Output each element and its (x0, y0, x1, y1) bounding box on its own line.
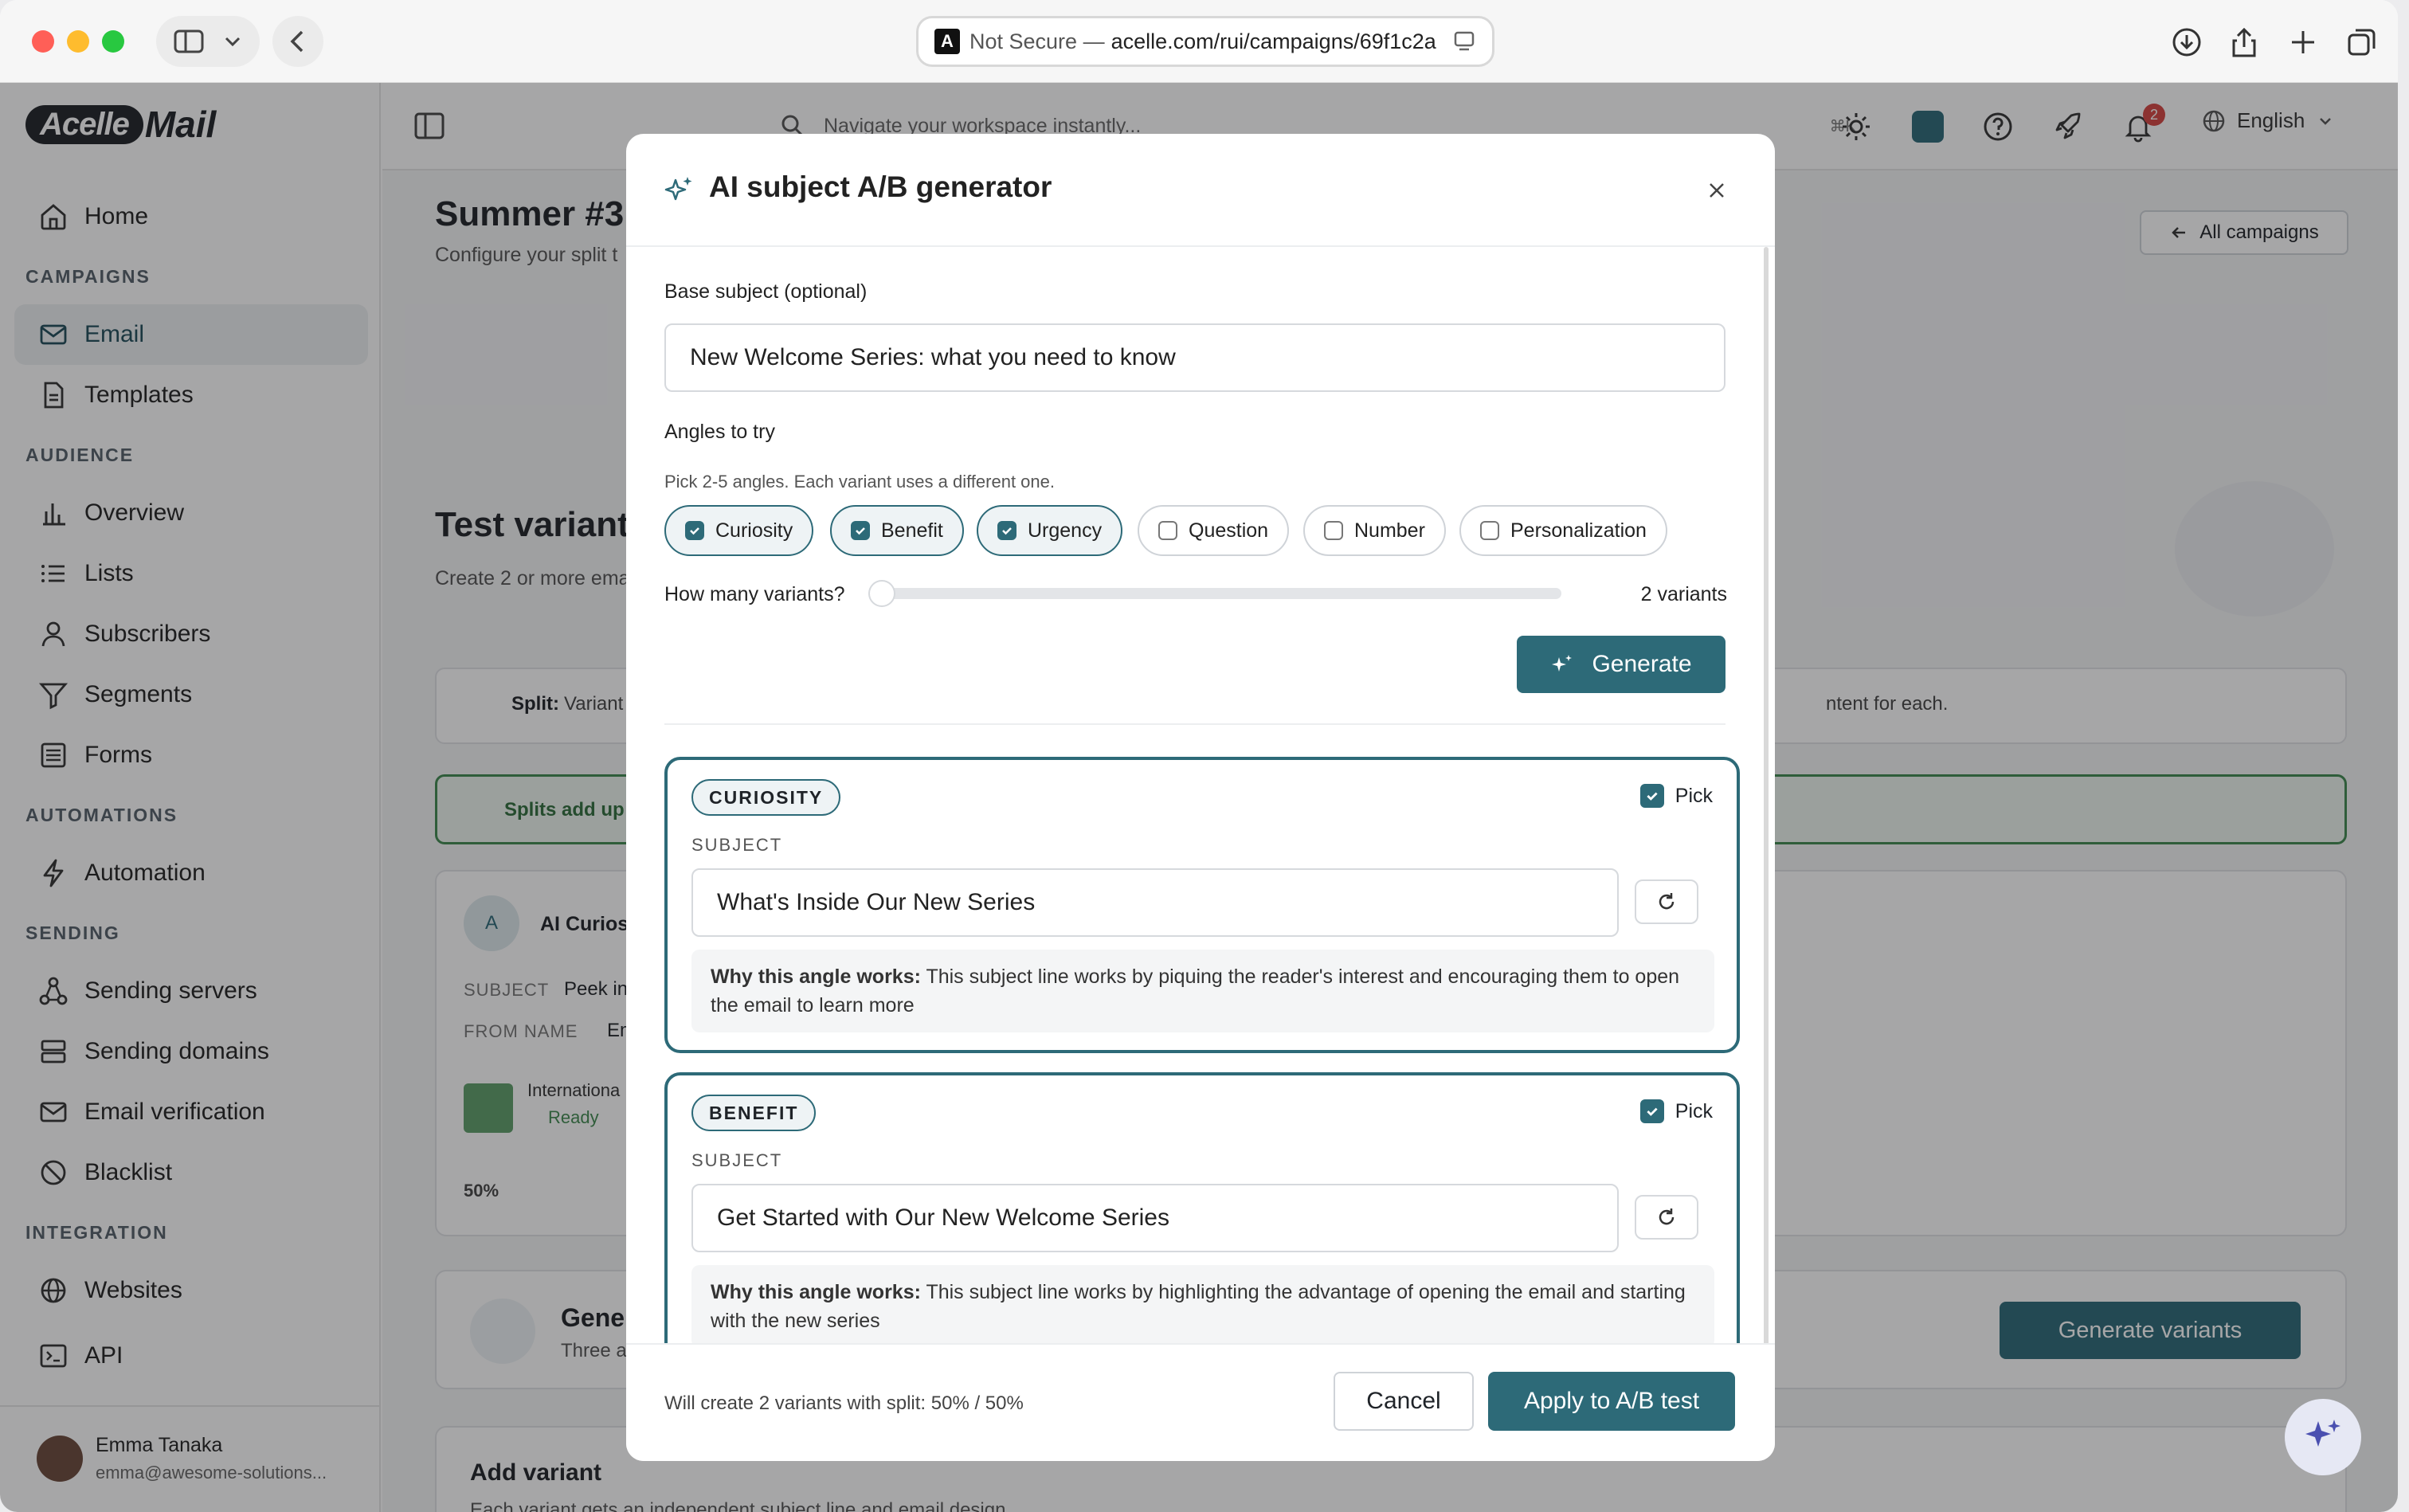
modal-footer: Will create 2 variants with split: 50% /… (626, 1343, 1775, 1461)
variant-result-card: CURIOSITY Pick SUBJECT What's Inside Our… (664, 757, 1740, 1053)
share-button[interactable] (2224, 22, 2264, 62)
address-bar[interactable]: A Not Secure — acelle.com/rui/campaigns/… (916, 16, 1494, 67)
tab-overview-button[interactable] (2342, 22, 2382, 62)
pick-checkbox[interactable]: Pick (1639, 1099, 1713, 1123)
cancel-label: Cancel (1366, 1388, 1441, 1414)
angle-label: Question (1189, 519, 1269, 542)
angles-hint: Pick 2-5 angles. Each variant uses a dif… (664, 472, 1055, 492)
share-icon (2232, 27, 2256, 57)
sparkle-icon (1552, 655, 1573, 672)
close-icon[interactable] (1706, 180, 1727, 201)
download-icon (2172, 28, 2201, 57)
modal-header-divider (626, 245, 1775, 247)
checkbox-checked-icon (851, 521, 870, 540)
angle-label: Personalization (1510, 519, 1647, 542)
security-label: Not Secure — (969, 29, 1105, 53)
url-text: acelle.com/rui/campaigns/69f1c2a (1110, 29, 1436, 53)
base-subject-label: Base subject (optional) (664, 280, 868, 303)
variants-label: How many variants? (664, 583, 845, 605)
checkbox-icon (1480, 521, 1499, 540)
subject-input[interactable]: Get Started with Our New Welcome Series (691, 1184, 1619, 1252)
angle-chip-personalization[interactable]: Personalization (1459, 505, 1667, 556)
modal-title: AI subject A/B generator (709, 170, 1052, 203)
browser-window: A Not Secure — acelle.com/rui/campaigns/… (0, 0, 2398, 1512)
why-angle-box: Why this angle works: This subject line … (691, 1265, 1714, 1348)
checkbox-checked-icon (1639, 1099, 1664, 1123)
close-window-button[interactable] (32, 30, 54, 53)
zoom-window-button[interactable] (102, 30, 124, 53)
plus-icon (2292, 31, 2314, 53)
variants-value: 2 variants (1640, 583, 1727, 605)
modal-scrollbar[interactable] (1764, 247, 1769, 1346)
variants-slider-track[interactable] (868, 588, 1561, 599)
refresh-icon (1659, 1208, 1675, 1225)
variant-result-card: BENEFIT Pick SUBJECT Get Started with Ou… (664, 1072, 1740, 1369)
variants-slider-thumb[interactable] (868, 580, 895, 607)
back-button[interactable] (272, 16, 323, 67)
subject-value: What's Inside Our New Series (717, 889, 1036, 915)
chevron-down-icon (225, 37, 241, 47)
cancel-button[interactable]: Cancel (1334, 1372, 1474, 1431)
angle-label: Urgency (1028, 519, 1103, 542)
pick-label: Pick (1675, 1099, 1713, 1122)
minimize-window-button[interactable] (67, 30, 89, 53)
reader-icon[interactable] (1452, 29, 1476, 53)
refresh-icon (1659, 893, 1675, 910)
checkbox-checked-icon (997, 521, 1016, 540)
angle-tag: BENEFIT (691, 1095, 817, 1131)
pick-checkbox[interactable]: Pick (1639, 784, 1713, 808)
sparkle-icon (664, 177, 692, 201)
split-summary: Will create 2 variants with split: 50% /… (664, 1393, 1024, 1414)
browser-toolbar: A Not Secure — acelle.com/rui/campaigns/… (0, 0, 2398, 83)
site-favicon-icon: A (934, 29, 960, 54)
back-arrow-icon (290, 30, 304, 53)
apply-button[interactable]: Apply to A/B test (1488, 1372, 1735, 1431)
why-label: Why this angle works: (711, 966, 921, 988)
subject-value: Get Started with Our New Welcome Series (717, 1205, 1169, 1231)
subject-input[interactable]: What's Inside Our New Series (691, 868, 1619, 937)
subject-label: SUBJECT (691, 1150, 783, 1170)
generate-label: Generate (1592, 651, 1692, 677)
sidebar-icon (174, 29, 204, 53)
why-angle-box: Why this angle works: This subject line … (691, 950, 1714, 1032)
why-label: Why this angle works: (711, 1281, 921, 1303)
ai-assistant-button[interactable] (2285, 1399, 2361, 1475)
new-tab-button[interactable] (2283, 22, 2323, 62)
angle-chip-benefit[interactable]: Benefit (830, 505, 964, 556)
base-subject-value: New Welcome Series: what you need to kno… (690, 344, 1176, 370)
pick-label: Pick (1675, 784, 1713, 807)
angle-label: Number (1354, 519, 1425, 542)
angle-chip-number[interactable]: Number (1303, 505, 1446, 556)
angle-chip-urgency[interactable]: Urgency (977, 505, 1123, 556)
angle-tag: CURIOSITY (691, 779, 841, 816)
checkbox-icon (1158, 521, 1177, 540)
subject-label: SUBJECT (691, 835, 783, 855)
angle-chip-curiosity[interactable]: Curiosity (664, 505, 814, 556)
checkbox-checked-icon (685, 521, 704, 540)
regenerate-button[interactable] (1635, 879, 1698, 924)
angle-label: Curiosity (715, 519, 793, 542)
downloads-button[interactable] (2167, 22, 2207, 62)
apply-label: Apply to A/B test (1523, 1388, 1700, 1414)
ai-subject-modal: AI subject A/B generator Base subject (o… (626, 134, 1775, 1461)
tabs-icon (2348, 29, 2376, 56)
checkbox-checked-icon (1639, 784, 1664, 808)
angle-label: Benefit (881, 519, 943, 542)
sparkle-icon (2305, 1420, 2340, 1447)
checkbox-icon (1324, 521, 1343, 540)
angle-chip-question[interactable]: Question (1138, 505, 1290, 556)
generate-button[interactable]: Generate (1517, 636, 1725, 693)
regenerate-button[interactable] (1635, 1195, 1698, 1240)
base-subject-input[interactable]: New Welcome Series: what you need to kno… (664, 323, 1725, 392)
section-divider (664, 723, 1725, 725)
sidebar-toggle-button[interactable] (156, 16, 260, 67)
angles-label: Angles to try (664, 421, 775, 443)
